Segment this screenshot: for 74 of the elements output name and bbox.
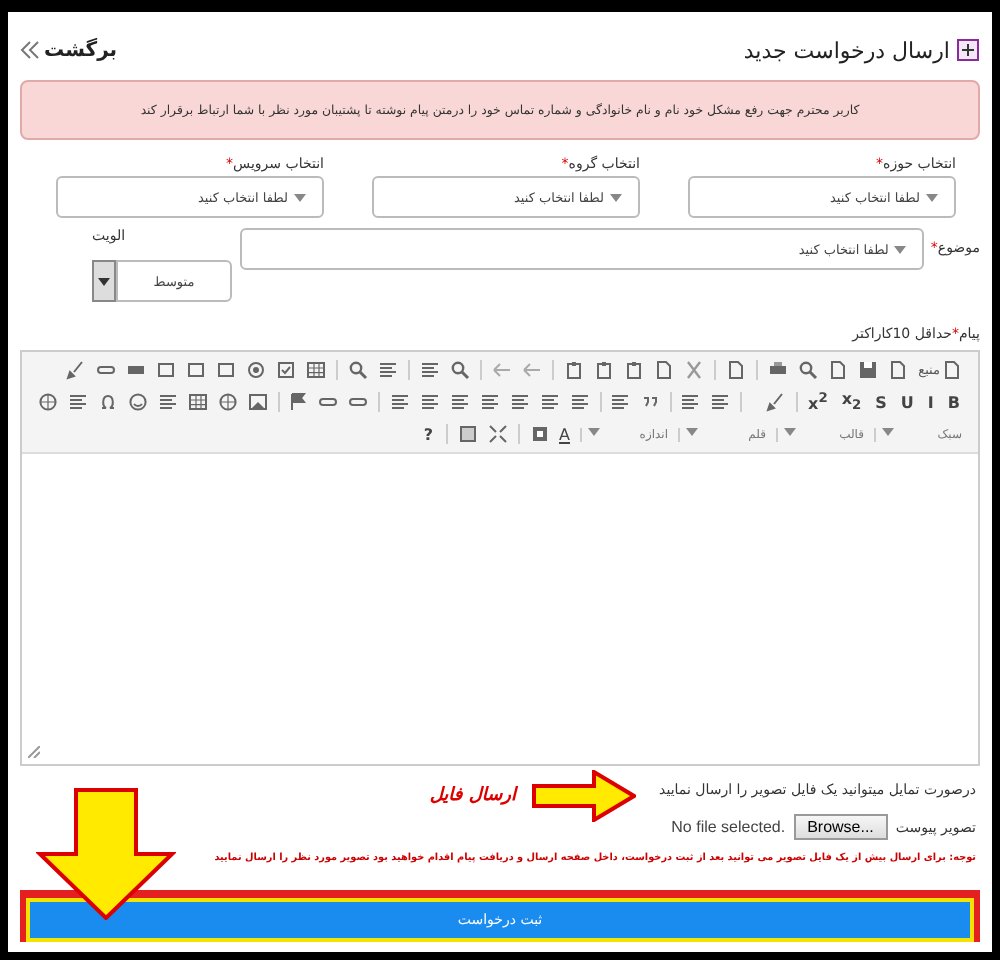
maximize-icon[interactable] [487, 424, 508, 444]
caret-icon [882, 427, 894, 435]
globe-icon[interactable] [218, 392, 239, 412]
down-arrow-annotation [36, 788, 176, 920]
omega-icon[interactable] [98, 392, 119, 412]
radio-icon[interactable] [246, 360, 267, 380]
lines-icon[interactable] [449, 392, 470, 412]
document-icon[interactable] [726, 360, 747, 380]
search-icon[interactable] [348, 360, 369, 380]
bar-icon[interactable] [126, 360, 147, 380]
format-button[interactable]: x$^{2}$ [806, 390, 830, 414]
format-button[interactable]: S [873, 393, 889, 411]
format-button[interactable]: U [898, 393, 916, 411]
blocks-icon[interactable] [457, 424, 478, 444]
quote-icon[interactable] [640, 392, 661, 412]
format-button[interactable]: x$_{2}$ [839, 390, 864, 414]
search-icon[interactable] [450, 360, 471, 380]
image-icon[interactable] [248, 392, 269, 412]
smiley-icon[interactable] [128, 392, 149, 412]
lines-icon[interactable] [610, 392, 631, 412]
save-icon[interactable] [858, 360, 879, 380]
caret-icon [894, 245, 907, 253]
document-icon[interactable] [654, 360, 675, 380]
document-icon[interactable] [828, 360, 849, 380]
right-arrow-annotation [532, 770, 636, 822]
lines-icon[interactable] [389, 392, 410, 412]
globe-icon[interactable] [38, 392, 59, 412]
browse-button[interactable]: Browse... [793, 814, 888, 840]
lines-icon[interactable] [710, 392, 731, 412]
square-icon[interactable] [156, 360, 177, 380]
table-icon[interactable] [188, 392, 209, 412]
file-status: No file selected. [671, 818, 786, 836]
clipboard-icon[interactable] [594, 360, 615, 380]
lines-icon[interactable] [539, 392, 560, 412]
document-icon[interactable] [942, 360, 962, 380]
scissors-icon[interactable] [684, 360, 705, 380]
resize-grip-icon[interactable] [28, 746, 40, 758]
square-icon[interactable] [216, 360, 237, 380]
format-button[interactable]: I [925, 393, 936, 411]
back-link[interactable]: برگشت [20, 39, 118, 61]
lines-icon[interactable] [378, 360, 399, 380]
checkbox-icon[interactable] [276, 360, 297, 380]
lines-icon[interactable] [419, 392, 440, 412]
link-icon[interactable] [348, 392, 369, 412]
lines-icon[interactable] [569, 392, 590, 412]
format-button[interactable]: B [945, 393, 962, 411]
annotation-label: ارسال فایل [429, 786, 516, 806]
caret-icon [588, 427, 600, 435]
caret-icon [610, 193, 622, 201]
add-icon [956, 38, 980, 62]
clipboard-icon[interactable] [564, 360, 585, 380]
table-icon[interactable] [306, 360, 327, 380]
page-title: ارسال درخواست جدید [743, 37, 950, 63]
link-icon[interactable] [318, 392, 339, 412]
lines-icon[interactable] [680, 392, 701, 412]
lines-icon[interactable] [158, 392, 179, 412]
clipboard-icon[interactable] [624, 360, 645, 380]
caret-icon [784, 427, 796, 435]
dropdown-arrow-icon [98, 277, 110, 285]
lines-icon[interactable] [420, 360, 441, 380]
search-icon[interactable] [798, 360, 819, 380]
document-icon[interactable] [888, 360, 909, 380]
caret-icon [294, 193, 306, 201]
caret-icon [686, 427, 698, 435]
flag-icon[interactable] [288, 392, 309, 412]
lines-icon[interactable] [509, 392, 530, 412]
double-chevron-icon [20, 40, 40, 60]
text-color-button[interactable]: A [559, 425, 570, 443]
lines-icon[interactable] [479, 392, 500, 412]
lines-icon[interactable] [68, 392, 89, 412]
help-button[interactable]: ? [421, 425, 436, 443]
square-icon[interactable] [186, 360, 207, 380]
link-icon[interactable] [96, 360, 117, 380]
caret-icon [926, 193, 938, 201]
